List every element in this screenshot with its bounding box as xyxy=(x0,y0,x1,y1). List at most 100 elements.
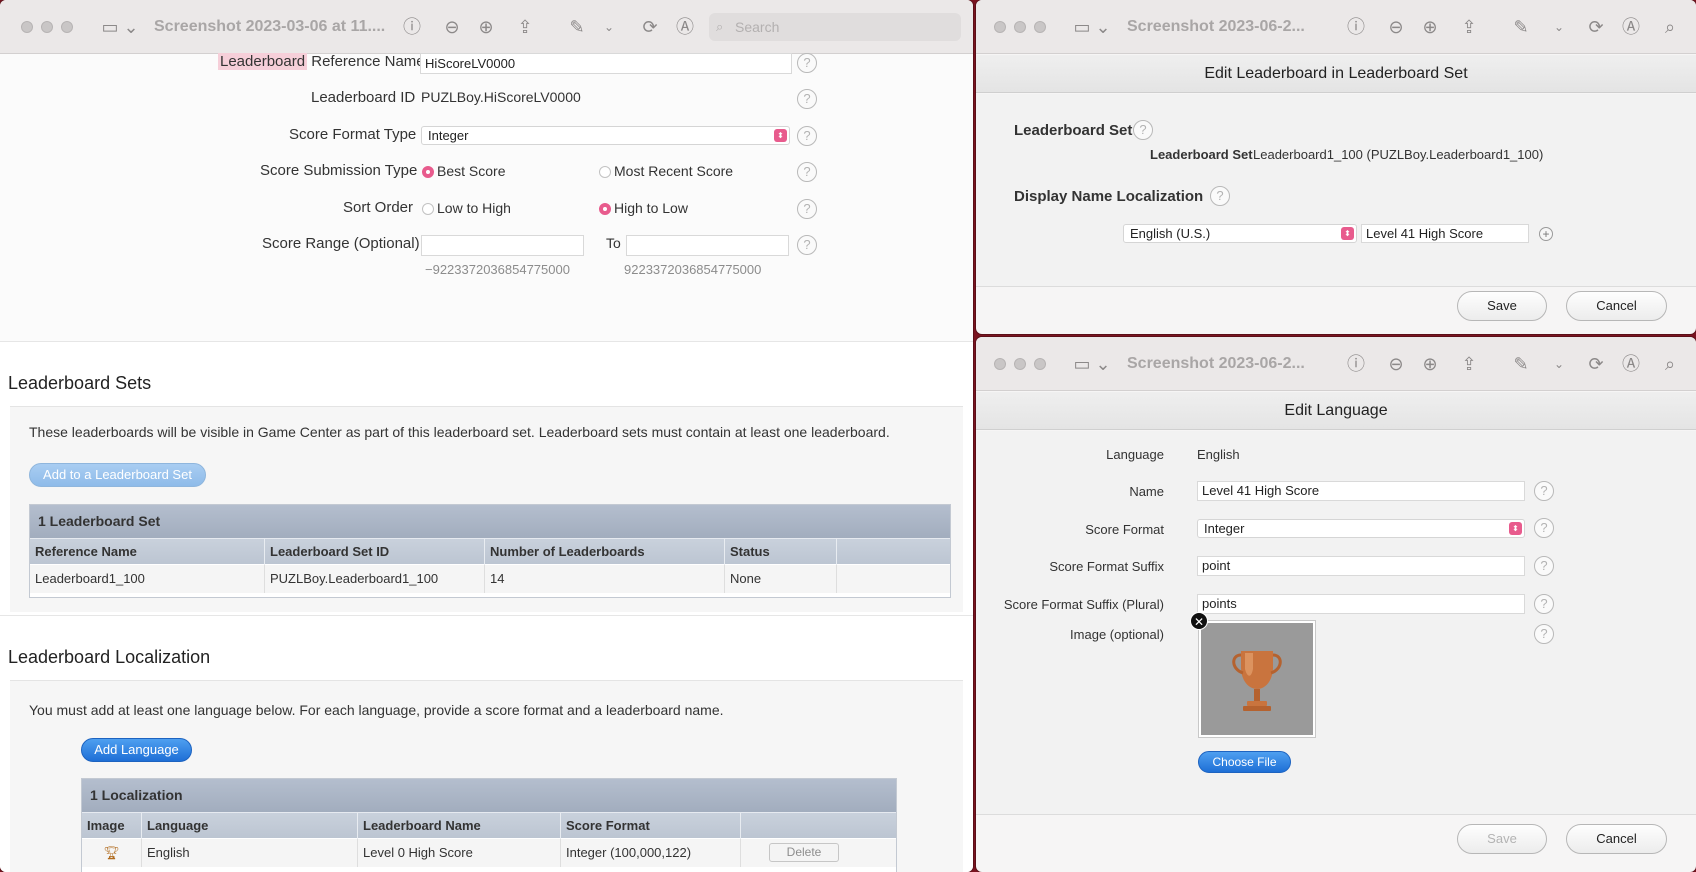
sort-order-label: Sort Order xyxy=(343,199,414,216)
zoom-in-icon[interactable]: ⊕ xyxy=(1418,352,1442,376)
search-field[interactable]: ⌕ Search xyxy=(709,13,961,41)
radio-empty-icon xyxy=(599,166,611,178)
share-icon[interactable]: ⇪ xyxy=(1457,15,1481,39)
zoom-out-icon[interactable]: ⊖ xyxy=(440,15,464,39)
column-header[interactable]: Leaderboard Set ID xyxy=(265,539,485,565)
column-header[interactable]: Language xyxy=(142,813,358,839)
window-title: Screenshot 2023-06-2... xyxy=(1127,355,1305,372)
table-row[interactable]: Leaderboard1_100 PUZLBoy.Leaderboard1_10… xyxy=(30,565,950,593)
score-range-min-input[interactable] xyxy=(421,235,584,256)
image-thumbnail[interactable] xyxy=(1199,621,1315,737)
name-help-icon[interactable]: ? xyxy=(1534,481,1554,501)
close-window-button[interactable] xyxy=(994,358,1006,370)
add-language-button[interactable]: Add Language xyxy=(81,738,192,762)
zoom-window-button[interactable] xyxy=(61,21,73,33)
best-score-radio[interactable]: Best Score xyxy=(422,163,505,179)
choose-file-button[interactable]: Choose File xyxy=(1198,751,1291,773)
save-button[interactable]: Save xyxy=(1457,824,1547,854)
sidebar-toggle-icon[interactable]: ▭ ⌄ xyxy=(1072,15,1112,39)
score-range-to-label: To xyxy=(606,235,621,251)
minimize-window-button[interactable] xyxy=(41,21,53,33)
leaderboard-sets-body: These leaderboards will be visible in Ga… xyxy=(10,406,963,612)
leaderboard-set-help-icon[interactable]: ? xyxy=(1133,120,1153,140)
leaderboard-id-help-icon[interactable]: ? xyxy=(797,89,817,109)
low-to-high-radio[interactable]: Low to High xyxy=(422,200,511,216)
score-range-help-icon[interactable]: ? xyxy=(797,235,817,255)
column-header[interactable]: Score Format xyxy=(561,813,741,839)
rotate-icon[interactable]: ⟳ xyxy=(638,15,662,39)
name-input[interactable]: Level 41 High Score xyxy=(1197,481,1525,501)
score-format-help-icon[interactable]: ? xyxy=(1534,518,1554,538)
column-header[interactable]: Reference Name xyxy=(30,539,265,565)
column-header[interactable]: Number of Leaderboards xyxy=(485,539,725,565)
markup-chevron-icon[interactable]: ⌄ xyxy=(1552,352,1566,376)
most-recent-score-radio[interactable]: Most Recent Score xyxy=(599,163,733,179)
sidebar-toggle-icon[interactable]: ▭ ⌄ xyxy=(100,15,140,39)
zoom-out-icon[interactable]: ⊖ xyxy=(1384,15,1408,39)
add-localization-plus-icon[interactable]: + xyxy=(1539,227,1553,241)
display-name-input[interactable]: Level 41 High Score xyxy=(1361,224,1529,243)
close-window-button[interactable] xyxy=(21,21,33,33)
zoom-window-button[interactable] xyxy=(1034,358,1046,370)
language-select[interactable]: English (U.S.) ⬍ xyxy=(1123,224,1357,243)
markup-pen-icon[interactable]: ✎ xyxy=(565,15,589,39)
save-button[interactable]: Save xyxy=(1457,291,1547,321)
image-help-icon[interactable]: ? xyxy=(1534,624,1554,644)
score-format-help-icon[interactable]: ? xyxy=(797,126,817,146)
sort-order-help-icon[interactable]: ? xyxy=(797,199,817,219)
reference-name-highlight: Leaderboard xyxy=(218,53,308,70)
high-to-low-radio[interactable]: High to Low xyxy=(599,200,688,216)
cancel-button[interactable]: Cancel xyxy=(1566,291,1667,321)
reference-name-help-icon[interactable]: ? xyxy=(797,53,817,73)
score-range-max-input[interactable] xyxy=(626,235,789,256)
search-icon[interactable]: ⌕ xyxy=(1658,15,1682,39)
add-to-leaderboard-set-button[interactable]: Add to a Leaderboard Set xyxy=(29,463,206,487)
zoom-in-icon[interactable]: ⊕ xyxy=(1418,15,1442,39)
score-format-suffix-plural-help-icon[interactable]: ? xyxy=(1534,594,1554,614)
column-header[interactable]: Image xyxy=(82,813,142,839)
markup-chevron-icon[interactable]: ⌄ xyxy=(1552,15,1566,39)
reference-name-input[interactable]: HiScoreLV0000 xyxy=(420,53,792,74)
score-format-suffix-input[interactable]: point xyxy=(1197,556,1525,576)
leaderboard-id-value: PUZLBoy.HiScoreLV0000 xyxy=(421,89,581,105)
zoom-in-icon[interactable]: ⊕ xyxy=(474,15,498,39)
annotate-icon[interactable]: Ⓐ xyxy=(1619,352,1643,376)
sheet-title: Edit Leaderboard in Leaderboard Set xyxy=(976,55,1696,93)
cancel-button[interactable]: Cancel xyxy=(1566,824,1667,854)
column-header[interactable]: Leaderboard Name xyxy=(358,813,561,839)
score-format-select[interactable]: Integer ⬍ xyxy=(421,126,790,145)
remove-image-close-icon[interactable]: ✕ xyxy=(1190,612,1208,630)
sidebar-toggle-icon[interactable]: ▭ ⌄ xyxy=(1072,352,1112,376)
info-icon[interactable]: ⓘ xyxy=(400,15,424,39)
markup-pen-icon[interactable]: ✎ xyxy=(1509,15,1533,39)
markup-pen-icon[interactable]: ✎ xyxy=(1509,352,1533,376)
score-format-select[interactable]: Integer ⬍ xyxy=(1197,519,1525,538)
right-top-titlebar: ▭ ⌄ Screenshot 2023-06-2... ⓘ ⊖ ⊕ ⇪ ✎ ⌄ … xyxy=(976,0,1696,54)
table-cell: English xyxy=(142,839,358,867)
window-title: Screenshot 2023-06-2... xyxy=(1127,18,1305,35)
markup-chevron-icon[interactable]: ⌄ xyxy=(602,15,616,39)
share-icon[interactable]: ⇪ xyxy=(1457,352,1481,376)
table-row[interactable]: 🏆︎ English Level 0 High Score Integer (1… xyxy=(82,839,896,867)
minimize-window-button[interactable] xyxy=(1014,21,1026,33)
share-icon[interactable]: ⇪ xyxy=(513,15,537,39)
low-to-high-label: Low to High xyxy=(437,200,511,216)
zoom-window-button[interactable] xyxy=(1034,21,1046,33)
annotate-icon[interactable]: Ⓐ xyxy=(673,15,697,39)
info-icon[interactable]: ⓘ xyxy=(1344,352,1368,376)
info-icon[interactable]: ⓘ xyxy=(1344,15,1368,39)
delete-button[interactable]: Delete xyxy=(769,843,839,862)
column-header[interactable]: Status xyxy=(725,539,837,565)
submission-type-help-icon[interactable]: ? xyxy=(797,162,817,182)
display-name-help-icon[interactable]: ? xyxy=(1210,186,1230,206)
table-header: Reference Name Leaderboard Set ID Number… xyxy=(30,538,950,565)
score-format-suffix-help-icon[interactable]: ? xyxy=(1534,556,1554,576)
zoom-out-icon[interactable]: ⊖ xyxy=(1384,352,1408,376)
annotate-icon[interactable]: Ⓐ xyxy=(1619,15,1643,39)
rotate-icon[interactable]: ⟳ xyxy=(1584,352,1608,376)
minimize-window-button[interactable] xyxy=(1014,358,1026,370)
score-format-suffix-plural-input[interactable]: points xyxy=(1197,594,1525,614)
close-window-button[interactable] xyxy=(994,21,1006,33)
search-icon[interactable]: ⌕ xyxy=(1658,352,1682,376)
rotate-icon[interactable]: ⟳ xyxy=(1584,15,1608,39)
